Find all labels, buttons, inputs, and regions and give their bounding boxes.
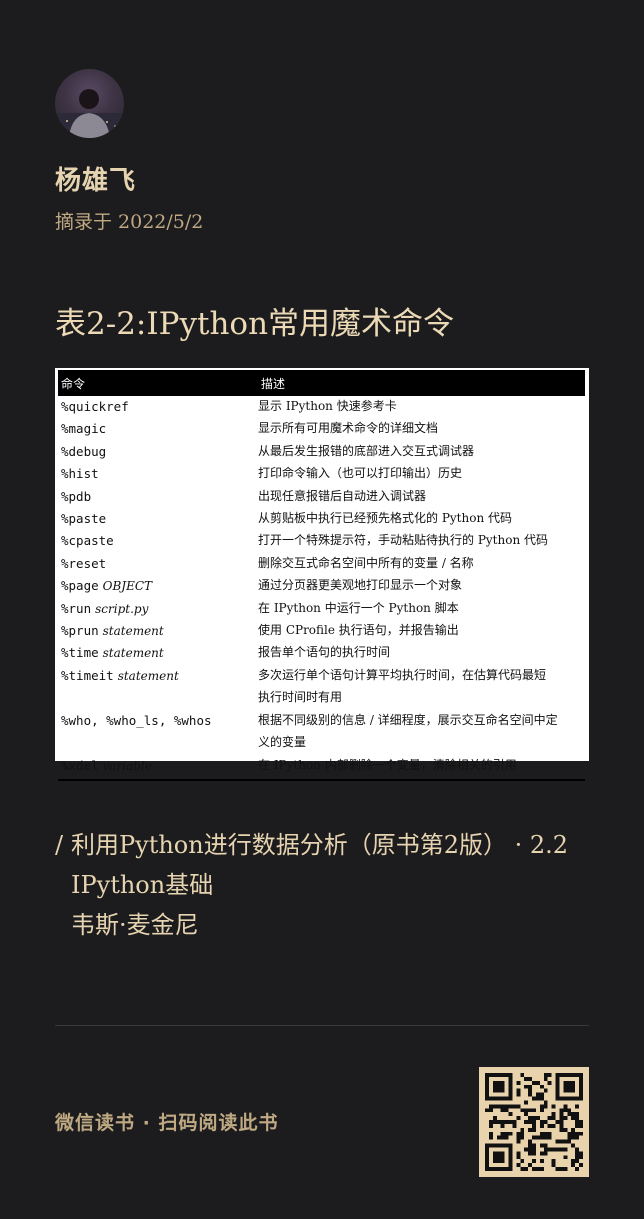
description-cell: 通过分页器更美观地打印显示一个对象 bbox=[258, 578, 463, 593]
avatar[interactable] bbox=[55, 69, 124, 138]
description-cell: 在 IPython 中运行一个 Python 脚本 bbox=[258, 600, 459, 615]
table-row: %time statement 报告单个语句的执行时间 bbox=[58, 642, 585, 664]
description-cell: 显示所有可用魔术命令的详细文档 bbox=[258, 421, 439, 436]
description-cell: 多次运行单个语句计算平均执行时间，在估算代码最短 bbox=[258, 667, 547, 682]
command-argument: OBJECT bbox=[102, 579, 153, 594]
command-cell: %cpaste bbox=[58, 530, 258, 552]
command-name: %magic bbox=[61, 421, 107, 437]
command-cell: %quickref bbox=[58, 396, 258, 418]
description-cell: 从最后发生报错的底部进入交互式调试器 bbox=[258, 443, 475, 458]
command-name: %paste bbox=[61, 511, 107, 527]
table-row: %who, %who_ls, %whos 根据不同级别的信息 / 详细程度，展示交… bbox=[58, 710, 585, 732]
description-cell: 出现任意报错后自动进入调试器 bbox=[258, 488, 427, 503]
description-cell: 从剪贴板中执行已经预先格式化的 Python 代码 bbox=[258, 511, 512, 526]
command-cell: %timeit statement bbox=[58, 665, 258, 687]
table-row: %paste 从剪贴板中执行已经预先格式化的 Python 代码 bbox=[58, 508, 585, 530]
command-cell: %xdel variable bbox=[58, 755, 258, 777]
command-argument: statement bbox=[102, 624, 164, 639]
table-header-description: 描述 bbox=[261, 376, 286, 391]
command-cell: %reset bbox=[58, 553, 258, 575]
command-cell: %prun statement bbox=[58, 620, 258, 642]
person-silhouette-icon bbox=[55, 89, 124, 138]
table-row: %quickref 显示 IPython 快速参考卡 bbox=[58, 396, 585, 418]
command-cell: %time statement bbox=[58, 642, 258, 664]
table-row: %reset 删除交互式命名空间中所有的变量 / 名称 bbox=[58, 553, 585, 575]
source-info[interactable]: / 利用Python进行数据分析（原书第2版） · 2.2 IPython基础 韦… bbox=[55, 825, 568, 945]
command-cell: %pdb bbox=[58, 486, 258, 508]
command-cell bbox=[58, 732, 258, 754]
excerpt-title: 表2-2:IPython常用魔术命令 bbox=[55, 306, 455, 342]
table-bottom-rule bbox=[58, 778, 585, 781]
table-row: %timeit statement 多次运行单个语句计算平均执行时间，在估算代码最短 bbox=[58, 665, 585, 687]
command-argument: variable bbox=[102, 758, 152, 773]
command-name: %hist bbox=[61, 466, 99, 482]
description-cell: 根据不同级别的信息 / 详细程度，展示交互命名空间中定 bbox=[258, 712, 558, 727]
command-argument: statement bbox=[117, 668, 179, 683]
command-cell: %page OBJECT bbox=[58, 575, 258, 597]
command-argument: statement bbox=[102, 646, 164, 661]
table-header-command: 命令 bbox=[61, 376, 86, 391]
table-row: %page OBJECT 通过分页器更美观地打印显示一个对象 bbox=[58, 575, 585, 597]
book-author: 韦斯·麦金尼 bbox=[71, 911, 199, 939]
book-title-line2: IPython基础 bbox=[71, 871, 214, 899]
table-row: %xdel variable 在 IPython 内部删除一个变量，清除相关的引用 bbox=[58, 755, 585, 777]
description-cell: 打印命令输入（也可以打印输出）历史 bbox=[258, 466, 463, 481]
command-name: %who, %who_ls, %whos bbox=[61, 712, 212, 728]
description-cell: 打开一个特殊提示符，手动粘贴待执行的 Python 代码 bbox=[258, 533, 548, 548]
description-cell: 义的变量 bbox=[258, 735, 307, 750]
divider bbox=[55, 1025, 589, 1026]
command-argument: script.py bbox=[95, 601, 149, 616]
excerpt-date: 摘录于 2022/5/2 bbox=[55, 211, 204, 233]
source-slash: / bbox=[55, 831, 64, 859]
command-cell bbox=[58, 687, 258, 709]
description-cell: 在 IPython 内部删除一个变量，清除相关的引用 bbox=[258, 757, 517, 772]
description-cell: 执行时间时有用 bbox=[258, 690, 343, 705]
qr-code-icon bbox=[485, 1073, 583, 1171]
command-name: %timeit bbox=[61, 667, 114, 683]
command-name: %prun bbox=[61, 623, 99, 639]
command-cell: %debug bbox=[58, 441, 258, 463]
table-row: %cpaste 打开一个特殊提示符，手动粘贴待执行的 Python 代码 bbox=[58, 530, 585, 552]
description-cell: 显示 IPython 快速参考卡 bbox=[258, 399, 397, 413]
user-name: 杨雄飞 bbox=[55, 166, 137, 196]
table-header-row: 命令 描述 bbox=[58, 370, 585, 396]
command-name: %debug bbox=[61, 443, 107, 459]
magic-commands-table: 命令 描述 %quickref 显示 IPython 快速参考卡 %magic 显示所… bbox=[55, 368, 589, 781]
command-name: %reset bbox=[61, 555, 107, 571]
table-row: %run script.py 在 IPython 中运行一个 Python 脚本 bbox=[58, 598, 585, 620]
qr-code[interactable] bbox=[479, 1067, 589, 1177]
table-row: 义的变量 bbox=[58, 732, 585, 754]
table-body: %quickref 显示 IPython 快速参考卡 %magic 显示所有可用魔术命… bbox=[55, 396, 589, 777]
command-cell: %who, %who_ls, %whos bbox=[58, 710, 258, 732]
footer-text: 微信读书 · 扫码阅读此书 bbox=[55, 1112, 279, 1134]
command-name: %page bbox=[61, 578, 99, 594]
command-name: %time bbox=[61, 645, 99, 661]
command-cell: %hist bbox=[58, 463, 258, 485]
description-cell: 使用 CProfile 执行语句，并报告输出 bbox=[258, 623, 459, 638]
table-row: %hist 打印命令输入（也可以打印输出）历史 bbox=[58, 463, 585, 485]
table-row: %debug 从最后发生报错的底部进入交互式调试器 bbox=[58, 441, 585, 463]
table-row: %pdb 出现任意报错后自动进入调试器 bbox=[58, 486, 585, 508]
book-title-line1: 利用Python进行数据分析（原书第2版） · 2.2 bbox=[71, 831, 569, 859]
table-row: %magic 显示所有可用魔术命令的详细文档 bbox=[58, 418, 585, 440]
table-row: 执行时间时有用 bbox=[58, 687, 585, 709]
table-row: %prun statement 使用 CProfile 执行语句，并报告输出 bbox=[58, 620, 585, 642]
command-cell: %magic bbox=[58, 418, 258, 440]
command-name: %quickref bbox=[61, 399, 129, 414]
command-cell: %paste bbox=[58, 508, 258, 530]
command-cell: %run script.py bbox=[58, 598, 258, 620]
command-name: %cpaste bbox=[61, 533, 114, 549]
command-name: %xdel bbox=[61, 757, 99, 773]
description-cell: 删除交互式命名空间中所有的变量 / 名称 bbox=[258, 555, 474, 570]
command-name: %pdb bbox=[61, 488, 92, 504]
description-cell: 报告单个语句的执行时间 bbox=[258, 645, 391, 660]
command-name: %run bbox=[61, 600, 92, 616]
